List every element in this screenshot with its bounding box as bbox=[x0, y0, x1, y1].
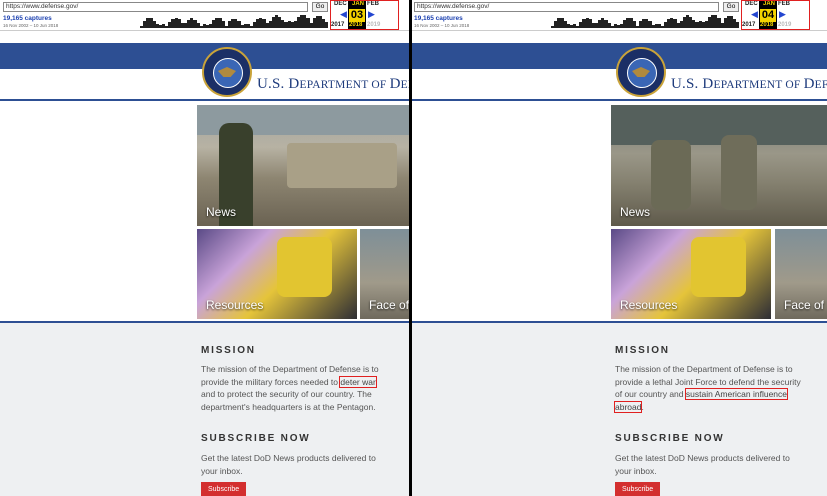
title-part: U.S. D bbox=[671, 76, 714, 92]
resources-tile-label: Resources bbox=[206, 298, 264, 312]
face-of-tile[interactable]: Face of bbox=[775, 229, 827, 319]
dod-seal-icon[interactable] bbox=[202, 47, 252, 97]
dod-seal-icon[interactable] bbox=[616, 47, 666, 97]
header-rule bbox=[411, 99, 827, 101]
vehicle-image bbox=[287, 143, 397, 188]
mission-heading: MISSION bbox=[615, 345, 670, 356]
camo-net-image bbox=[611, 105, 827, 145]
title-part: D bbox=[803, 76, 815, 92]
right-snapshot-panel: https://www.defense.gov/ Go 19,165 captu… bbox=[411, 0, 827, 496]
news-tile-label: News bbox=[206, 205, 237, 219]
wayback-url-input[interactable]: https://www.defense.gov/ bbox=[414, 2, 719, 12]
mission-highlight: deter war bbox=[339, 375, 377, 388]
subscribe-button[interactable]: Subscribe bbox=[201, 482, 247, 496]
mission-text-part: . bbox=[641, 401, 644, 412]
news-tile-label: News bbox=[620, 205, 651, 219]
site-title[interactable]: U.S. DEPARTMENT OF DEFENSE bbox=[671, 76, 827, 93]
title-part: D bbox=[389, 76, 401, 92]
face-of-tile-label: Face of bbox=[784, 298, 825, 312]
captures-link[interactable]: 19,165 captures bbox=[414, 15, 463, 22]
resources-tile-label: Resources bbox=[620, 298, 678, 312]
wayback-toolbar: https://www.defense.gov/ Go 19,165 captu… bbox=[411, 0, 827, 31]
robot-arm-image bbox=[277, 237, 332, 297]
face-of-tile[interactable]: Face of bbox=[360, 229, 410, 319]
mission-text: The mission of the Department of Defense… bbox=[613, 363, 805, 413]
soldier-figure bbox=[721, 135, 757, 210]
mission-text-part: and to protect the security of our count… bbox=[201, 389, 376, 412]
wayback-url-input[interactable]: https://www.defense.gov/ bbox=[3, 2, 308, 12]
calendar-highlight-frame bbox=[741, 0, 810, 30]
capture-range: 16 Nov 2002 – 10 Jun 2018 bbox=[3, 23, 59, 28]
sparkline-bar bbox=[325, 22, 329, 28]
mission-heading: MISSION bbox=[201, 345, 256, 356]
subscribe-button[interactable]: Subscribe bbox=[615, 482, 661, 496]
panel-divider bbox=[409, 0, 412, 496]
captures-link[interactable]: 19,165 captures bbox=[3, 15, 52, 22]
face-of-tile-label: Face of bbox=[369, 298, 410, 312]
title-part: U.S. D bbox=[257, 76, 300, 92]
wayback-calendar-nav: DEC JAN FEB ◀ 03 ▶ 2017 2018 2019 bbox=[330, 0, 410, 31]
capture-sparkline[interactable] bbox=[551, 14, 740, 28]
wayback-toolbar: https://www.defense.gov/ Go 19,165 captu… bbox=[0, 0, 410, 31]
news-tile[interactable]: News bbox=[197, 105, 410, 226]
wayback-go-button[interactable]: Go bbox=[312, 2, 328, 12]
mission-text: The mission of the Department of Defense… bbox=[201, 363, 391, 413]
subscribe-text: Get the latest DoD News products deliver… bbox=[201, 453, 376, 476]
title-part: EPARTMENT OF bbox=[713, 79, 804, 91]
sparkline-bar bbox=[736, 22, 740, 28]
resources-tile[interactable]: Resources bbox=[197, 229, 357, 319]
site-title[interactable]: U.S. DEPARTMENT OF DEFENSE bbox=[257, 76, 410, 93]
left-snapshot-panel: https://www.defense.gov/ Go 19,165 captu… bbox=[0, 0, 410, 496]
robot-arm-image bbox=[691, 237, 746, 297]
soldier-figure bbox=[651, 140, 691, 210]
wayback-go-button[interactable]: Go bbox=[723, 2, 739, 12]
subscribe-text: Get the latest DoD News products deliver… bbox=[615, 453, 790, 476]
capture-range: 16 Nov 2002 – 10 Jun 2018 bbox=[414, 23, 470, 28]
subscribe-heading: SUBSCRIBE NOW bbox=[615, 433, 725, 444]
news-tile[interactable]: News bbox=[611, 105, 827, 226]
title-part: EPARTMENT OF bbox=[299, 79, 390, 91]
resources-tile[interactable]: Resources bbox=[611, 229, 771, 319]
wayback-calendar-nav: DEC JAN FEB ◀ 04 ▶ 2017 2018 2019 bbox=[741, 0, 821, 31]
header-rule bbox=[0, 99, 410, 101]
title-part: EFENSE bbox=[814, 79, 827, 91]
subscribe-heading: SUBSCRIBE NOW bbox=[201, 433, 311, 444]
capture-sparkline[interactable] bbox=[140, 14, 329, 28]
calendar-highlight-frame bbox=[330, 0, 399, 30]
